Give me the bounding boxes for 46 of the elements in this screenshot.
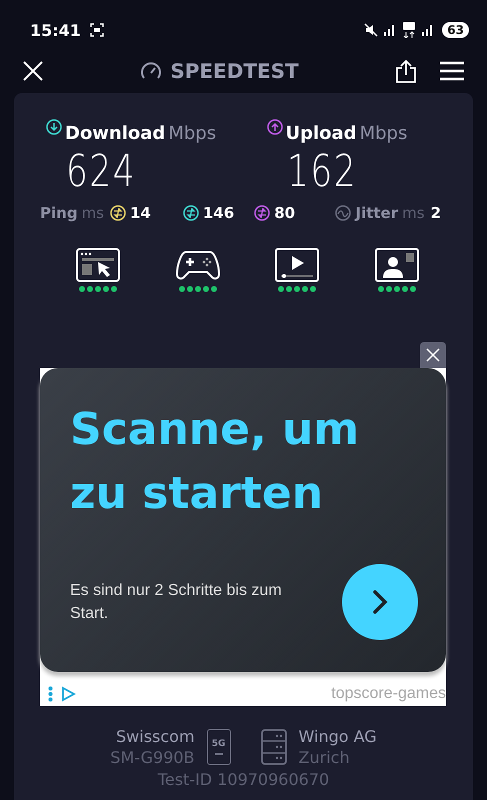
server-city: Zurich (298, 747, 351, 768)
download-label: Download (65, 123, 166, 144)
more-icon[interactable] (48, 686, 53, 702)
download-unit: Mbps (168, 123, 216, 144)
upload-unit: Mbps (360, 123, 408, 144)
chevron-right-icon (370, 589, 390, 615)
download-speed: 624 (66, 145, 138, 199)
server-icon (260, 729, 287, 765)
phone-network-icon: 5G (206, 729, 231, 765)
jitter-label: Jitter (355, 204, 398, 222)
server-name: Wingo AG (298, 726, 377, 747)
menu-icon[interactable] (439, 61, 465, 81)
video-player-icon (275, 248, 320, 282)
gamepad-icon (176, 248, 220, 282)
mute-icon (364, 23, 378, 37)
test-id: Test-ID 10970960670 (156, 770, 330, 789)
ping-value: 80 (274, 204, 296, 222)
ping-unit: ms (82, 204, 104, 222)
jitter-value: 2 (430, 204, 441, 222)
jitter-unit: ms (402, 204, 425, 222)
download-icon (46, 119, 62, 135)
gauge-icon (140, 61, 162, 81)
upload-icon (266, 119, 282, 135)
browser-cursor-icon (76, 248, 120, 282)
ad-headline: Scanne, um zu starten (70, 403, 360, 521)
close-ad-button[interactable] (420, 342, 446, 368)
device-model: SM-G990B (110, 747, 195, 768)
video-call-icon (374, 248, 419, 282)
network-5g-icon (402, 22, 416, 38)
ping-value: 14 (130, 204, 151, 222)
provider-name: Swisscom (116, 726, 195, 747)
jitter-icon (335, 205, 352, 221)
advertiser-name: topscore-games (331, 685, 446, 703)
ping-label: Ping (40, 204, 78, 222)
battery-level: 63 (442, 22, 469, 38)
screenshot-icon (90, 23, 104, 37)
share-icon[interactable] (395, 59, 417, 83)
upload-speed: 162 (286, 145, 358, 199)
close-icon (426, 348, 440, 362)
close-icon[interactable] (22, 60, 44, 82)
status-time: 15:41 (30, 20, 81, 40)
ad-choices-icon[interactable] (61, 686, 76, 702)
ad-text: Es sind nur 2 Schritte bis zum Start. (70, 581, 283, 624)
ping-value: 146 (202, 204, 234, 222)
app-title: SPEEDTEST (170, 59, 299, 83)
upload-label: Upload (286, 123, 357, 144)
